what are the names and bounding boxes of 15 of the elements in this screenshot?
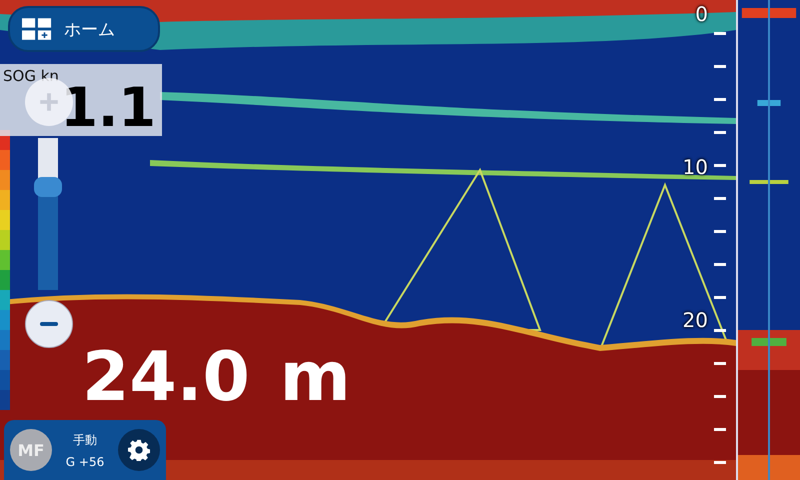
sog-label: SOG kn: [3, 67, 59, 85]
depth-unit: m: [280, 338, 351, 418]
depth-label: 10: [682, 155, 708, 179]
minus-icon: [38, 321, 60, 327]
gain-label: G +56: [66, 454, 104, 468]
home-button[interactable]: ホーム: [8, 6, 160, 52]
mode-label: 手動: [73, 432, 97, 448]
settings-icon: [128, 439, 150, 461]
grid-icon: [22, 18, 52, 40]
depth-label: 20: [682, 308, 708, 332]
sog-value: 1.1: [60, 78, 156, 138]
slider-thumb[interactable]: [34, 176, 62, 197]
plus-icon: [38, 91, 60, 113]
settings-button[interactable]: [118, 429, 160, 471]
depth-value: 24.0: [82, 338, 250, 418]
